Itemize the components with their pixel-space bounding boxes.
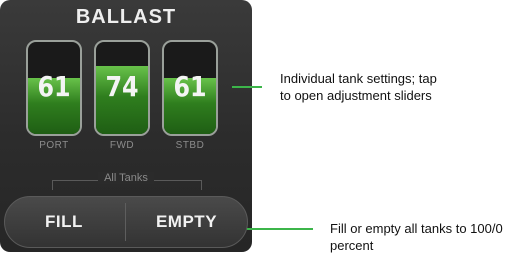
- button-callout-text: Fill or empty all tanks to 100/0 percent: [330, 221, 503, 253]
- tank-stbd-button[interactable]: 61: [162, 40, 218, 136]
- fill-empty-button-group: FILL EMPTY: [4, 196, 248, 248]
- tank-stbd-label: STBD: [175, 140, 205, 151]
- tank-port-button[interactable]: 61: [26, 40, 82, 136]
- tank-callout-text: Individual tank settings; tap to open ad…: [280, 71, 437, 103]
- tank-callout-line: [232, 86, 262, 88]
- ballast-panel: BALLAST 61 PORT 74 FWD 61 STBD All Tanks…: [0, 0, 252, 252]
- tank-stbd-value: 61: [173, 70, 207, 103]
- tank-port-value: 61: [37, 70, 71, 103]
- button-callout-line: [247, 228, 313, 230]
- all-tanks-label: All Tanks: [0, 172, 252, 184]
- panel-title: BALLAST: [75, 6, 177, 28]
- tank-fwd-button[interactable]: 74: [94, 40, 150, 136]
- tank-fwd-label: FWD: [109, 140, 135, 151]
- empty-all-button[interactable]: EMPTY: [126, 197, 247, 247]
- tank-port-label: PORT: [39, 140, 69, 151]
- tank-fwd-value: 74: [105, 70, 139, 103]
- fill-all-button[interactable]: FILL: [5, 197, 123, 247]
